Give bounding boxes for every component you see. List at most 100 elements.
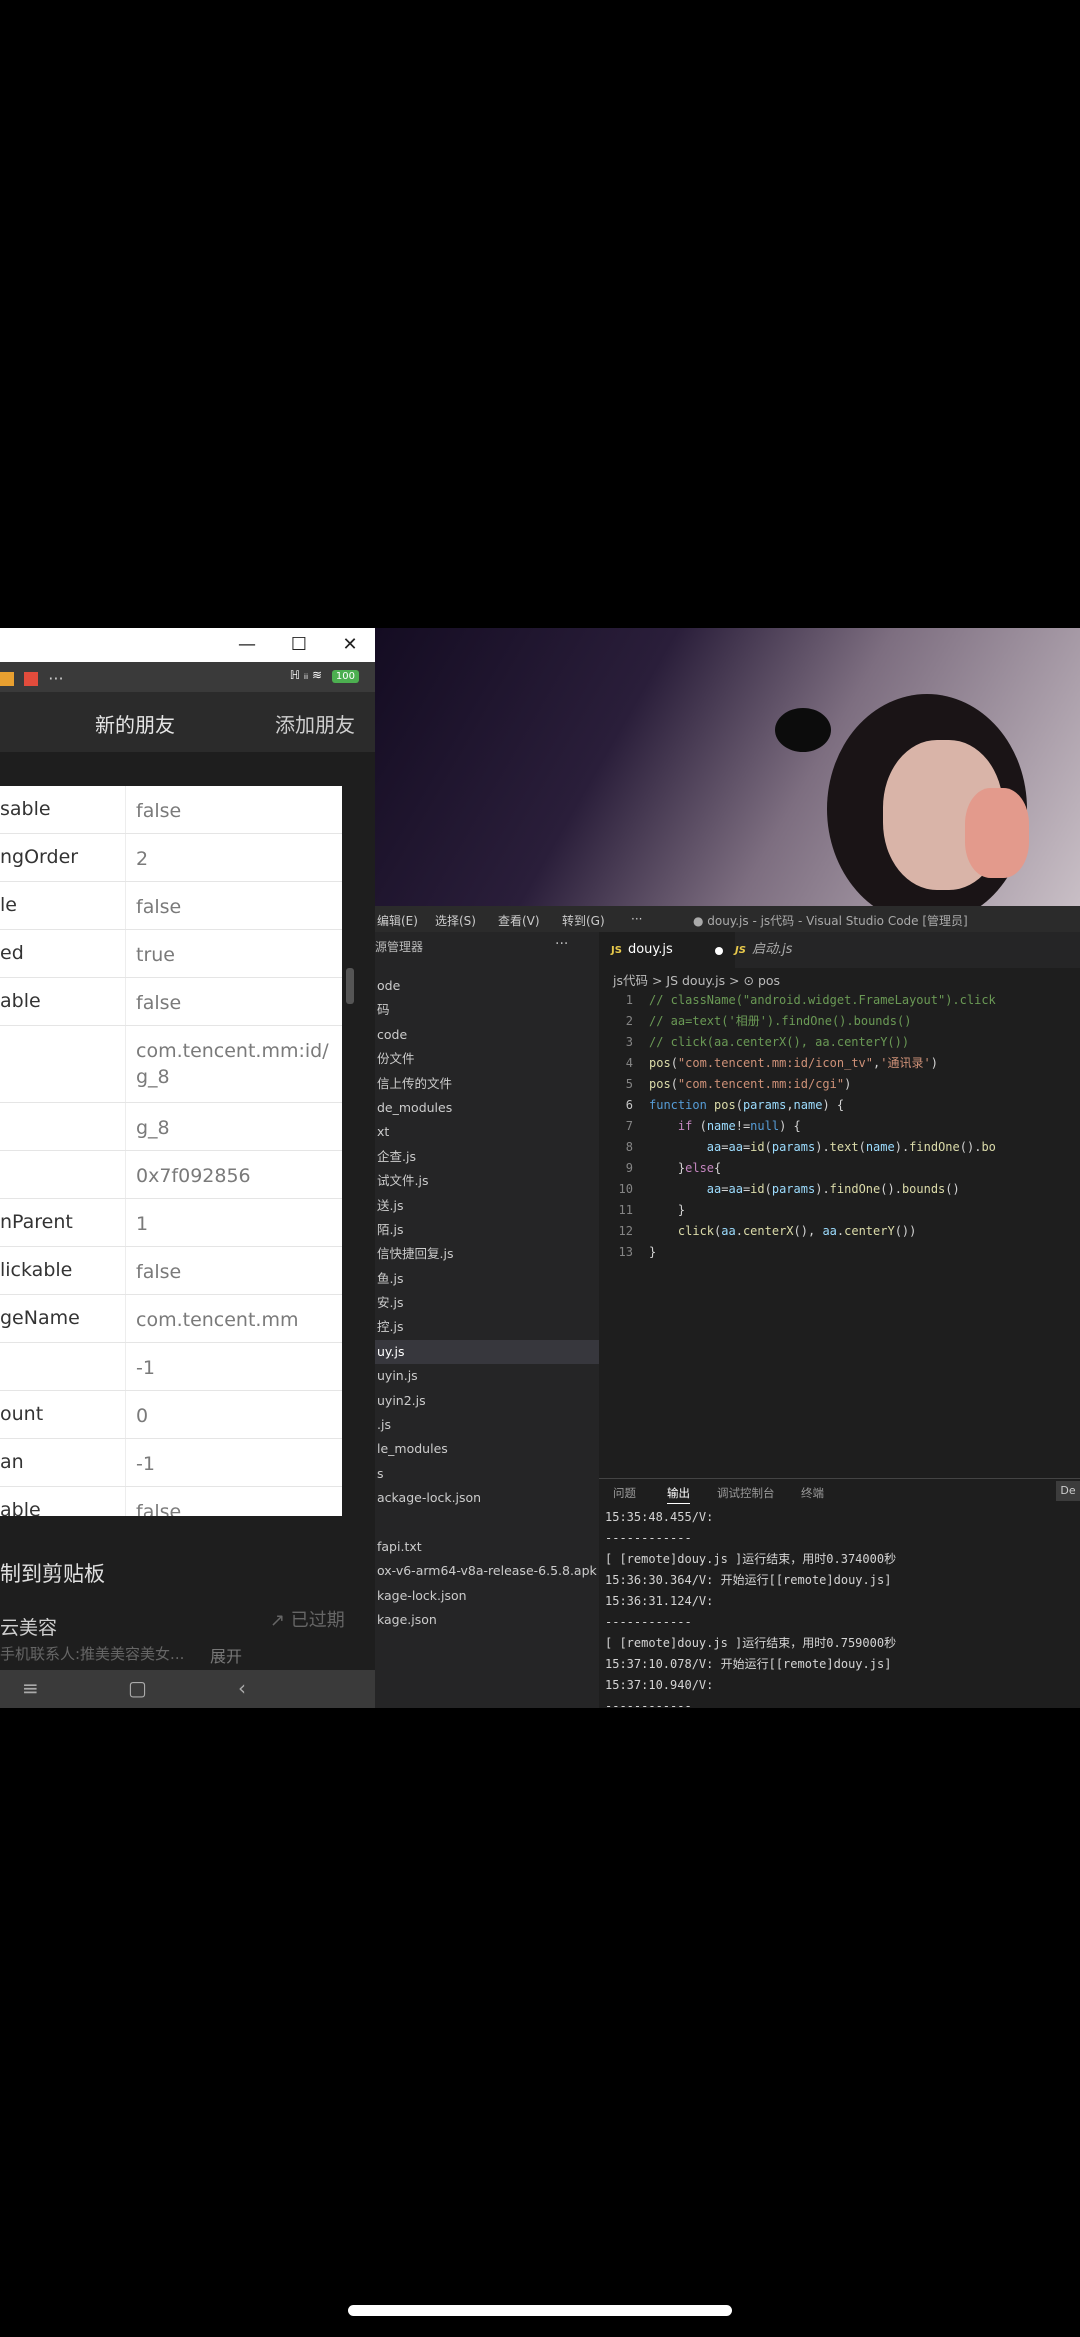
line-number: 9: [625, 1161, 633, 1175]
code-line[interactable]: 2 // aa=text('相册').findOne().bounds(): [599, 1011, 1080, 1032]
maximize-button[interactable]: ☐: [274, 628, 324, 662]
file-tree-item[interactable]: de_modules: [375, 1096, 599, 1120]
property-row[interactable]: g_8: [0, 1103, 342, 1151]
output-channel-select[interactable]: De: [1056, 1481, 1080, 1501]
code-token: pos: [714, 1098, 736, 1112]
file-tree-item[interactable]: kage.json: [375, 1608, 599, 1632]
file-tree-item[interactable]: uy.js: [375, 1339, 599, 1365]
menu-selection[interactable]: 选择(S): [435, 912, 476, 929]
property-row[interactable]: geName com.tencent.mm: [0, 1295, 342, 1343]
property-name: sable: [0, 798, 51, 820]
code-line[interactable]: 1 // className("android.widget.FrameLayou…: [599, 990, 1080, 1011]
column-divider: [125, 1343, 126, 1390]
file-tree-item[interactable]: 陌.js: [375, 1218, 599, 1242]
menu-edit[interactable]: 编辑(E): [377, 912, 418, 929]
properties-scrollbar[interactable]: [346, 968, 354, 1004]
property-row[interactable]: an -1: [0, 1439, 342, 1487]
code-line[interactable]: 12 click(aa.centerX(), aa.centerY()): [599, 1221, 1080, 1242]
minimize-button[interactable]: —: [222, 628, 272, 662]
menu-icon[interactable]: ≡: [22, 1676, 39, 1700]
file-tree-item[interactable]: ackage-lock.json: [375, 1486, 599, 1510]
code-line[interactable]: 6 function pos(params,name) {: [599, 1095, 1080, 1116]
property-row[interactable]: able false: [0, 1487, 342, 1516]
property-row[interactable]: sable false: [0, 786, 342, 834]
property-row[interactable]: lickable false: [0, 1247, 342, 1295]
property-row[interactable]: com.tencent.mm:id/g_8: [0, 1026, 342, 1103]
property-row[interactable]: ed true: [0, 930, 342, 978]
back-icon[interactable]: ‹: [238, 1676, 246, 1700]
tab-startup-js[interactable]: JS 启动.js: [723, 932, 804, 968]
file-tree-item[interactable]: 信快捷回复.js: [375, 1242, 599, 1266]
tab-douy-js[interactable]: JS douy.js: [599, 932, 735, 968]
code-token: ()): [894, 1224, 917, 1238]
menu-view[interactable]: 查看(V): [498, 912, 540, 929]
file-tree-item[interactable]: ox-v6-arm64-v8a-release-6.5.8.apk: [375, 1559, 599, 1583]
file-tree-item[interactable]: [375, 1511, 599, 1535]
column-divider: [125, 1151, 126, 1198]
code-token: click: [677, 1224, 715, 1238]
code-token: (): [945, 1182, 960, 1196]
output-line: 15:36:31.124/V:: [605, 1594, 714, 1608]
code-line[interactable]: 7 if (name!=null) {: [599, 1116, 1080, 1137]
property-row[interactable]: able false: [0, 978, 342, 1026]
file-tree-item[interactable]: ode: [375, 974, 599, 998]
explorer-more-button[interactable]: ···: [555, 936, 568, 952]
code-line[interactable]: 5 pos("com.tencent.mm:id/cgi"): [599, 1074, 1080, 1095]
code-token: // aa=text('相册').findOne().bounds(): [649, 1014, 912, 1028]
file-tree-item[interactable]: .js: [375, 1413, 599, 1437]
property-row[interactable]: 0x7f092856: [0, 1151, 342, 1199]
property-name: le: [0, 894, 17, 916]
code-line[interactable]: 13}: [599, 1242, 1080, 1263]
file-tree-item[interactable]: code: [375, 1023, 599, 1047]
file-tree-item[interactable]: 码: [375, 998, 599, 1022]
property-value: false: [136, 992, 182, 1014]
file-tree-item[interactable]: uyin2.js: [375, 1389, 599, 1413]
file-tree-item[interactable]: kage-lock.json: [375, 1584, 599, 1608]
panel-tab[interactable]: 问题: [613, 1485, 636, 1501]
line-number: 5: [625, 1077, 633, 1091]
menu-more[interactable]: ···: [631, 912, 642, 926]
code-line[interactable]: 4 pos("com.tencent.mm:id/icon_tv",'通讯录'): [599, 1053, 1080, 1074]
file-tree-item[interactable]: fapi.txt: [375, 1535, 599, 1559]
panel-tab[interactable]: 终端: [801, 1485, 824, 1501]
property-row[interactable]: ount 0: [0, 1391, 342, 1439]
file-tree-item[interactable]: le_modules: [375, 1437, 599, 1461]
code-line[interactable]: 9 }else{: [599, 1158, 1080, 1179]
code-text: click(aa.centerX(), aa.centerY()): [649, 1221, 916, 1242]
node-properties-table[interactable]: sable false ngOrder 2 le false ed true able false…: [0, 786, 342, 1516]
property-row[interactable]: nParent 1: [0, 1199, 342, 1247]
file-tree-item[interactable]: 企查.js: [375, 1145, 599, 1169]
panel-tab[interactable]: 调试控制台: [717, 1485, 775, 1501]
copy-to-clipboard-button[interactable]: 制到剪贴板: [0, 1558, 105, 1588]
code-token: (),: [793, 1224, 823, 1238]
file-tree-item[interactable]: 份文件: [375, 1047, 599, 1071]
file-tree-item[interactable]: 试文件.js: [375, 1169, 599, 1193]
breadcrumb[interactable]: js代码 > JS douy.js > ⊙ pos: [613, 970, 780, 989]
file-tree-item[interactable]: 安.js: [375, 1291, 599, 1315]
menu-goto[interactable]: 转到(G): [562, 912, 605, 929]
panel-tab[interactable]: 输出: [667, 1485, 690, 1504]
file-tree-item[interactable]: 控.js: [375, 1315, 599, 1339]
line-number: 13: [618, 1245, 633, 1259]
code-token: aa: [706, 1140, 722, 1154]
add-friend-button[interactable]: 添加朋友: [275, 709, 355, 738]
code-line[interactable]: 3 // click(aa.centerX(), aa.centerY()): [599, 1032, 1080, 1053]
close-button[interactable]: ✕: [325, 628, 375, 662]
file-tree-item[interactable]: uyin.js: [375, 1364, 599, 1388]
file-tree-item[interactable]: xt: [375, 1120, 599, 1144]
property-row[interactable]: ngOrder 2: [0, 834, 342, 882]
property-row[interactable]: le false: [0, 882, 342, 930]
home-icon[interactable]: ▢: [128, 1676, 147, 1700]
file-tree-item[interactable]: s: [375, 1462, 599, 1486]
file-tree-item[interactable]: 送.js: [375, 1194, 599, 1218]
code-line[interactable]: 11 }: [599, 1200, 1080, 1221]
code-line[interactable]: 10 aa=aa=id(params).findOne().bounds(): [599, 1179, 1080, 1200]
expand-link[interactable]: 展开: [210, 1643, 242, 1667]
file-tree-item[interactable]: 信上传的文件: [375, 1072, 599, 1096]
file-tree-item[interactable]: 鱼.js: [375, 1267, 599, 1291]
home-indicator[interactable]: [348, 2305, 732, 2316]
code-line[interactable]: 8 aa=aa=id(params).text(name).findOne().…: [599, 1137, 1080, 1158]
property-value: false: [136, 800, 182, 822]
property-row[interactable]: -1: [0, 1343, 342, 1391]
code-editor[interactable]: 1 // className("android.widget.FrameLayou…: [599, 990, 1080, 1320]
